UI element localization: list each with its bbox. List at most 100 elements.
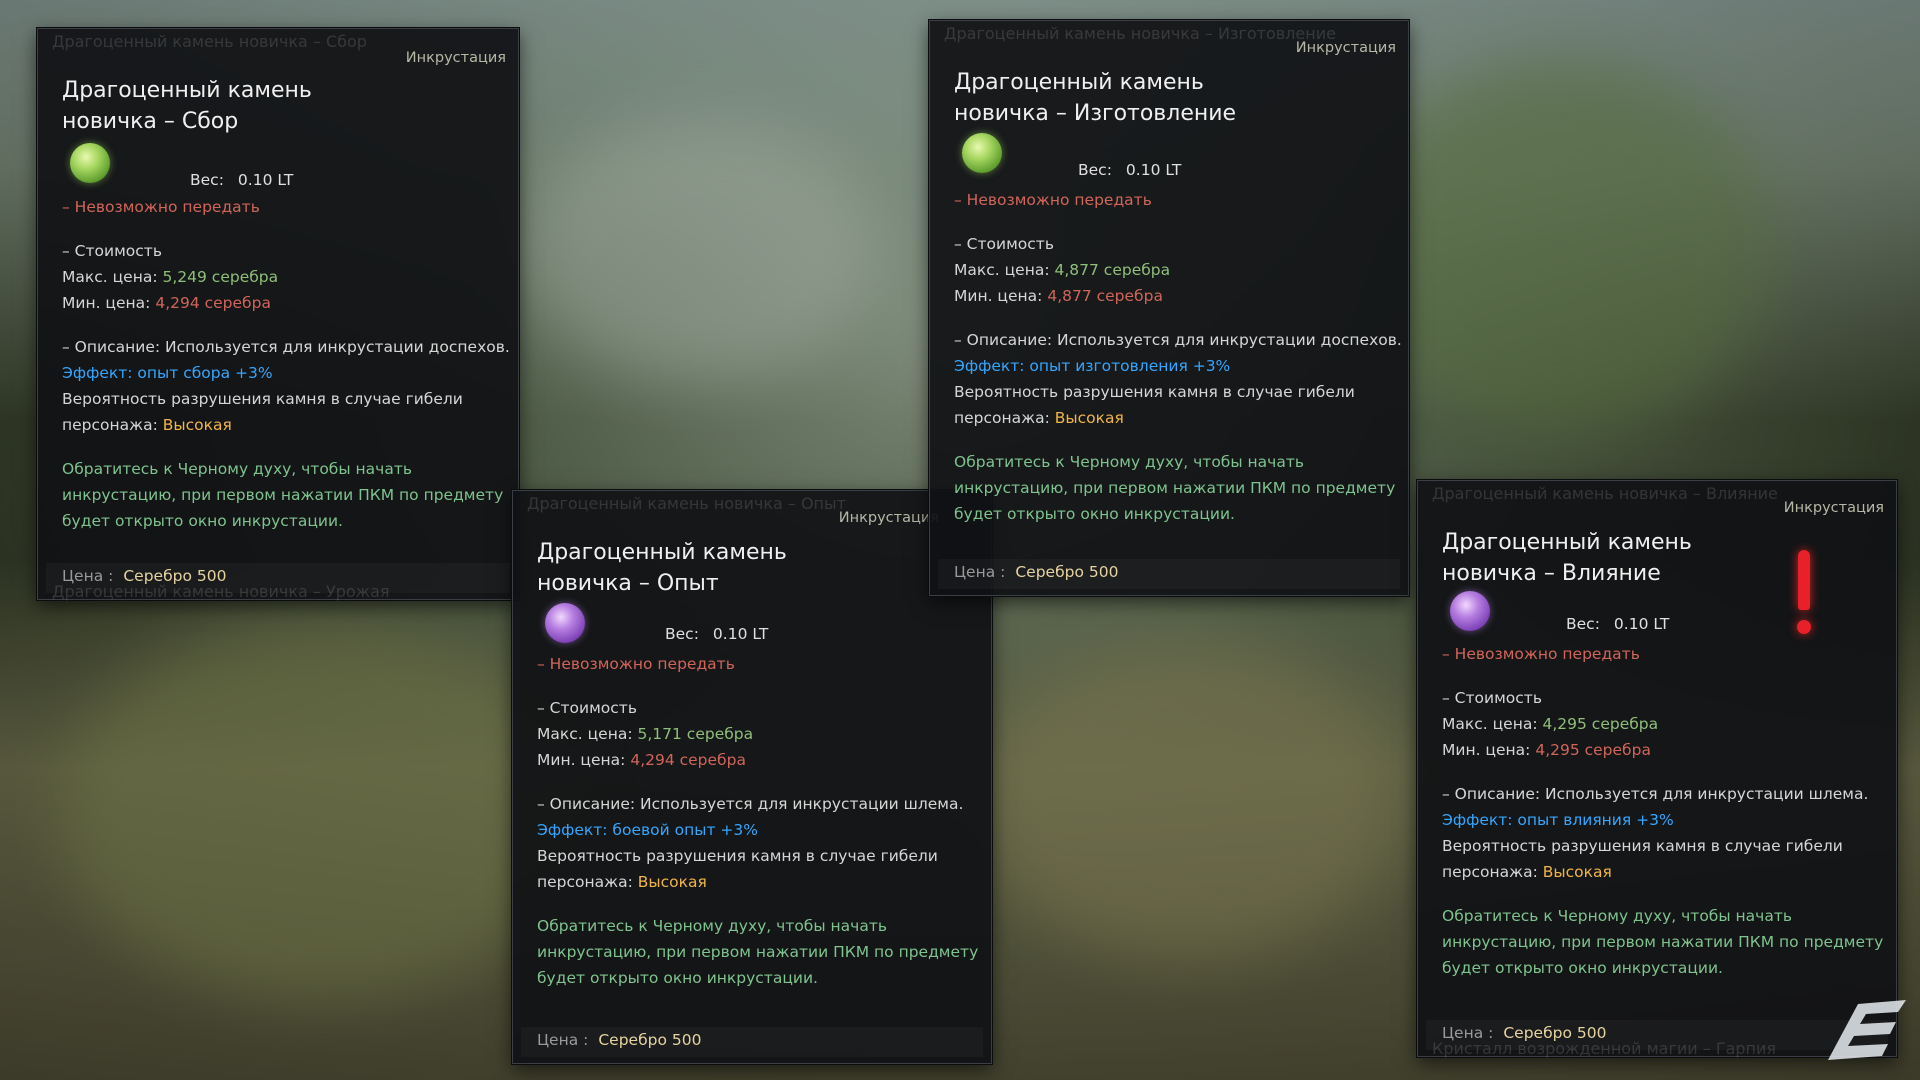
effect-text: Эффект: опыт влияния +3%	[1442, 811, 1674, 829]
break-chance-prefix: персонажа:	[1442, 863, 1538, 881]
item-details: – Невозможно передать – Стоимость Макс. …	[1442, 641, 1883, 981]
gem-icon	[70, 143, 110, 183]
hint-line2: инкрустацию, при первом нажатии ПКМ по п…	[954, 479, 1396, 497]
category-tag: Инкрустация	[838, 510, 939, 526]
tooltip-card-crafting: Драгоценный камень новичка – Изготовлени…	[929, 20, 1409, 596]
hint-line3: будет открыто окно инкрустации.	[537, 969, 818, 987]
tooltip-card-gathering: Драгоценный камень новичка – Сбор Драгоц…	[37, 28, 519, 601]
category-tag: Инкрустация	[1783, 500, 1884, 516]
hint-line2: инкрустацию, при первом нажатии ПКМ по п…	[62, 486, 504, 504]
max-price-value: 5,249 серебра	[162, 268, 279, 286]
price-label: Цена :	[537, 1031, 589, 1049]
no-transfer-text: – Невозможно передать	[954, 191, 1152, 209]
price-value: Серебро 500	[1503, 1024, 1607, 1042]
break-chance-line1: Вероятность разрушения камня в случае ги…	[62, 390, 463, 408]
item-title-line2: новичка – Влияние	[1442, 561, 1661, 586]
brand-logo-icon	[1828, 1000, 1906, 1060]
break-chance-prefix: персонажа:	[954, 409, 1050, 427]
weight-value: 0.10 LT	[237, 171, 294, 189]
weight-row: Вес: 0.10 LT	[190, 167, 293, 193]
price-value: Серебро 500	[1015, 563, 1119, 581]
item-details: – Невозможно передать – Стоимость Макс. …	[537, 651, 979, 991]
tooltip-card-experience: Драгоценный камень новичка – Опыт Инкрус…	[512, 490, 992, 1064]
price-row: Цена : Серебро 500	[62, 563, 227, 589]
break-chance-line1: Вероятность разрушения камня в случае ги…	[1442, 837, 1843, 855]
item-details: – Невозможно передать – Стоимость Макс. …	[954, 187, 1402, 527]
break-chance-prefix: персонажа:	[537, 873, 633, 891]
hint-line1: Обратитесь к Черному духу, чтобы начать	[1442, 907, 1792, 925]
background-haze	[520, 120, 880, 380]
gem-icon	[545, 603, 585, 643]
min-price-value: 4,294 серебра	[630, 751, 746, 769]
max-price-value: 4,295 серебра	[1542, 715, 1659, 733]
hint-line2: инкрустацию, при первом нажатии ПКМ по п…	[537, 943, 979, 961]
weight-label: Вес:	[665, 625, 699, 643]
item-title-line1: Драгоценный камень	[1442, 530, 1692, 555]
tooltip-card-influence: Драгоценный камень новичка – Влияние Кри…	[1417, 480, 1897, 1058]
weight-label: Вес:	[1078, 161, 1112, 179]
min-price-value: 4,294 серебра	[155, 294, 271, 312]
break-chance-level: Высокая	[162, 416, 232, 434]
min-price-value: 4,295 серебра	[1535, 741, 1651, 759]
max-price-label: Макс. цена:	[1442, 715, 1538, 733]
exclamation-icon	[1792, 550, 1816, 640]
price-value: Серебро 500	[598, 1031, 702, 1049]
weight-row: Вес: 0.10 LT	[665, 621, 768, 647]
hint-line3: будет открыто окно инкрустации.	[1442, 959, 1723, 977]
background-foliage	[60, 620, 580, 1000]
background-foliage	[980, 640, 1400, 960]
min-price-label: Мин. цена:	[62, 294, 151, 312]
item-title-line2: новичка – Сбор	[62, 109, 239, 134]
hint-line1: Обратитесь к Черному духу, чтобы начать	[954, 453, 1304, 471]
max-price-value: 4,877 серебра	[1054, 261, 1171, 279]
item-title-line2: новичка – Изготовление	[954, 101, 1237, 126]
item-title-line1: Драгоценный камень	[62, 78, 312, 103]
weight-value: 0.10 LT	[1125, 161, 1182, 179]
hint-line3: будет открыто окно инкрустации.	[62, 512, 343, 530]
category-tag: Инкрустация	[1295, 40, 1396, 56]
item-title-line1: Драгоценный камень	[954, 70, 1204, 95]
hint-line1: Обратитесь к Черному духу, чтобы начать	[62, 460, 412, 478]
item-title: Драгоценный камень новичка – Влияние	[1442, 527, 1692, 589]
cost-header: – Стоимость	[954, 235, 1054, 253]
max-price-label: Макс. цена:	[954, 261, 1050, 279]
background-foliage	[1350, 60, 1770, 440]
weight-row: Вес: 0.10 LT	[1078, 157, 1181, 183]
item-title: Драгоценный камень новичка – Опыт	[537, 537, 787, 599]
effect-text: Эффект: опыт изготовления +3%	[954, 357, 1231, 375]
hint-line3: будет открыто окно инкрустации.	[954, 505, 1235, 523]
max-price-value: 5,171 серебра	[637, 725, 754, 743]
weight-value: 0.10 LT	[712, 625, 769, 643]
price-row: Цена : Серебро 500	[1442, 1020, 1607, 1046]
break-chance-level: Высокая	[1054, 409, 1124, 427]
item-title-line1: Драгоценный камень	[537, 540, 787, 565]
cost-header: – Стоимость	[1442, 689, 1542, 707]
item-title: Драгоценный камень новичка – Изготовлени…	[954, 67, 1236, 129]
category-tag: Инкрустация	[405, 50, 506, 66]
min-price-label: Мин. цена:	[1442, 741, 1531, 759]
break-chance-prefix: персонажа:	[62, 416, 158, 434]
description-target: шлема.	[1808, 785, 1869, 803]
weight-label: Вес:	[1566, 615, 1600, 633]
description-prefix: – Описание: Используется для инкрустации	[1442, 785, 1804, 803]
weight-row: Вес: 0.10 LT	[1566, 611, 1669, 637]
min-price-value: 4,877 серебра	[1047, 287, 1163, 305]
weight-value: 0.10 LT	[1613, 615, 1670, 633]
description-target: шлема.	[903, 795, 964, 813]
no-transfer-text: – Невозможно передать	[62, 198, 260, 216]
price-label: Цена :	[62, 567, 114, 585]
price-row: Цена : Серебро 500	[954, 559, 1119, 585]
break-chance-line1: Вероятность разрушения камня в случае ги…	[954, 383, 1355, 401]
min-price-label: Мин. цена:	[954, 287, 1043, 305]
price-label: Цена :	[954, 563, 1006, 581]
price-value: Серебро 500	[123, 567, 227, 585]
gem-icon	[962, 133, 1002, 173]
description-prefix: – Описание: Используется для инкрустации	[537, 795, 899, 813]
no-transfer-text: – Невозможно передать	[537, 655, 735, 673]
break-chance-level: Высокая	[1542, 863, 1612, 881]
description-prefix: – Описание: Используется для инкрустации	[954, 331, 1316, 349]
item-title-line2: новичка – Опыт	[537, 571, 719, 596]
cost-header: – Стоимость	[537, 699, 637, 717]
price-label: Цена :	[1442, 1024, 1494, 1042]
min-price-label: Мин. цена:	[537, 751, 626, 769]
